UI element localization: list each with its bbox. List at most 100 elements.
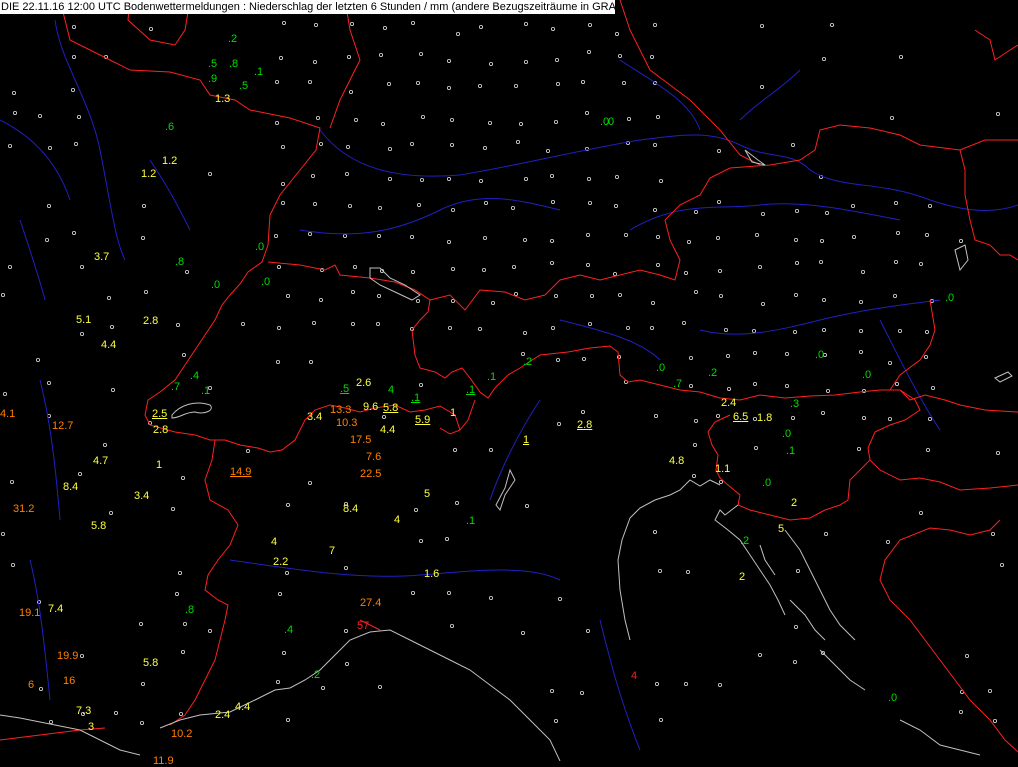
precipitation-value: .5 [340,383,350,395]
precipitation-value: 4.4 [101,339,117,351]
precipitation-value: 6.5 [733,411,749,423]
station-marker [350,289,355,294]
station-marker [993,719,998,724]
station-marker [175,322,180,327]
station-marker [107,295,112,300]
station-marker [613,271,618,276]
precipitation-value: .0 [815,349,825,361]
station-marker [410,591,415,596]
station-marker [618,292,623,297]
precipitation-value: 4.1 [0,408,16,420]
station-marker [689,355,694,360]
station-marker [760,23,765,28]
station-marker [377,685,382,690]
precipitation-value: 1.8 [757,412,773,424]
station-marker [581,80,586,85]
station-marker [276,264,281,269]
station-marker [658,569,663,574]
station-marker [343,566,348,571]
station-marker [656,234,661,239]
precipitation-value: 7.6 [366,451,382,463]
station-marker [894,259,899,264]
station-marker [455,32,460,37]
station-marker [313,22,318,27]
station-marker [820,238,825,243]
station-marker [890,116,895,121]
station-marker [281,651,286,656]
station-marker [450,266,455,271]
rivers [0,19,1018,751]
station-marker [587,50,592,55]
station-marker [899,55,904,60]
station-marker [410,269,415,274]
station-marker [693,442,698,447]
station-marker [482,235,487,240]
station-marker [752,328,757,333]
station-marker [557,421,562,426]
station-marker [550,260,555,265]
precipitation-value: .6 [165,121,175,133]
station-marker [650,325,655,330]
station-marker [785,383,790,388]
precipitation-value: .1 [254,66,264,78]
precipitation-value: 2.5 [152,408,168,420]
precipitation-value: 6 [28,679,35,691]
station-marker [72,24,77,29]
station-marker [796,569,801,574]
station-marker [413,507,418,512]
station-marker [444,537,449,542]
precipitation-value: 3.4 [307,411,323,423]
precipitation-value: .0 [600,116,610,128]
station-marker [103,442,108,447]
station-marker [380,122,385,127]
precipitation-value: 19.1 [19,607,41,619]
station-marker [692,473,697,478]
precipitation-value: .5 [208,58,218,70]
station-marker [859,299,864,304]
precipitation-value: 4 [271,536,278,548]
precipitation-value: .1 [786,445,796,457]
station-marker [80,264,85,269]
station-marker [580,691,585,696]
station-marker [514,84,519,89]
station-marker [349,21,354,26]
precipitation-value: 2.8 [143,315,159,327]
precipitation-value: 1 [450,407,457,419]
station-marker [791,415,796,420]
station-marker [80,331,85,336]
precipitation-value: 3 [88,721,95,733]
station-marker [345,144,350,149]
station-marker [450,207,455,212]
station-marker [72,230,77,235]
precipitation-value: 2.8 [153,424,169,436]
station-marker [352,264,357,269]
station-marker [181,352,186,357]
station-marker [177,571,182,576]
station-marker [825,210,830,215]
station-marker [919,261,924,266]
precipitation-value: 1 [156,459,163,471]
station-marker [377,205,382,210]
station-marker [888,416,893,421]
precipitation-value: 1 [523,434,530,446]
station-marker [588,200,593,205]
station-marker [894,200,899,205]
station-marker [138,622,143,627]
station-marker [447,325,452,330]
station-marker [281,20,286,25]
precipitation-value: 2 [739,571,746,583]
station-marker [624,232,629,237]
station-marker [378,53,383,58]
station-marker [307,231,312,236]
precipitation-value: 16 [63,675,76,687]
station-marker [449,624,454,629]
station-marker [587,176,592,181]
station-marker [959,238,964,243]
precipitation-value: 17.5 [350,434,372,446]
precipitation-value: 4.4 [380,424,396,436]
station-marker [761,301,766,306]
station-marker [318,141,323,146]
precipitation-value: .4 [284,624,294,636]
station-marker [755,232,760,237]
station-marker [925,232,930,237]
